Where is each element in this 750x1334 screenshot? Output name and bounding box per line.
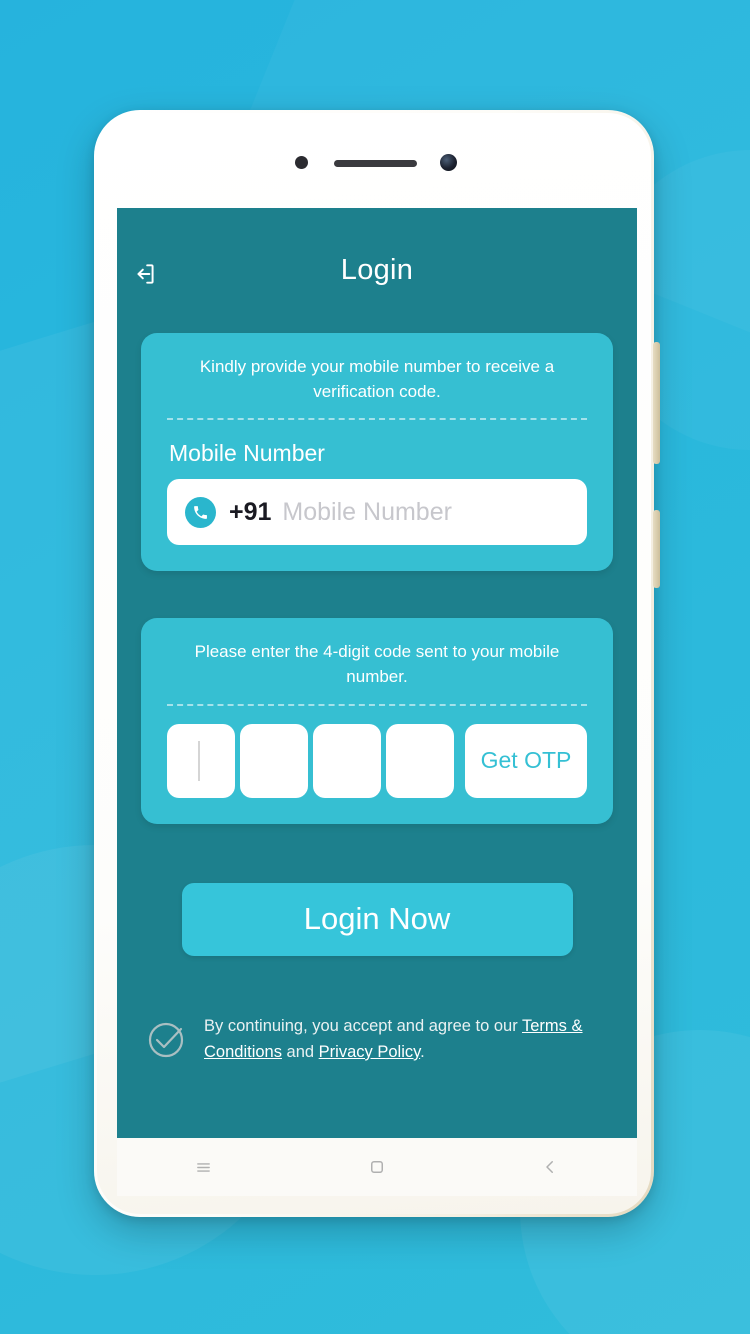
terms-prefix: By continuing, you accept and agree to o… — [204, 1016, 522, 1035]
get-otp-button[interactable]: Get OTP — [465, 723, 587, 798]
app-background: Login Kindly provide your mobile number … — [0, 0, 750, 1334]
card-divider — [167, 703, 587, 706]
mobile-number-placeholder: Mobile Number — [282, 497, 452, 526]
terms-text: By continuing, you accept and agree to o… — [204, 1013, 613, 1066]
page-title: Login — [340, 254, 414, 286]
check-circle-icon[interactable] — [141, 1013, 193, 1065]
power-button[interactable] — [653, 510, 660, 588]
card-divider — [167, 418, 587, 421]
otp-digit-2[interactable] — [240, 723, 308, 798]
otp-digit-3[interactable] — [313, 723, 381, 798]
front-camera-icon — [440, 154, 457, 171]
phone-body: Login Kindly provide your mobile number … — [97, 113, 651, 1214]
login-now-button[interactable]: Login Now — [181, 882, 573, 956]
terms-agreement-row: By continuing, you accept and agree to o… — [141, 1013, 637, 1066]
terms-conjunction: and — [281, 1042, 319, 1061]
mobile-number-card: Kindly provide your mobile number to rec… — [141, 333, 613, 572]
mobile-number-label: Mobile Number — [169, 440, 325, 467]
otp-card-note: Please enter the 4-digit code sent to yo… — [194, 642, 560, 686]
chevron-left-icon[interactable] — [519, 1145, 581, 1189]
menu-icon[interactable] — [173, 1145, 235, 1189]
otp-input-row: Get OTP — [167, 712, 587, 798]
otp-digit-1[interactable] — [167, 723, 235, 798]
proximity-sensor-icon — [295, 156, 308, 169]
android-nav-bar — [117, 1138, 637, 1196]
volume-button[interactable] — [653, 342, 660, 464]
phone-device-frame: Login Kindly provide your mobile number … — [94, 110, 660, 1217]
phone-screen: Login Kindly provide your mobile number … — [117, 208, 637, 1138]
home-square-icon[interactable] — [346, 1145, 408, 1189]
earpiece-speaker-icon — [334, 160, 417, 167]
mobile-number-input[interactable]: +91 Mobile Number — [167, 479, 587, 546]
terms-suffix: . — [420, 1042, 425, 1061]
country-code-prefix: +91 — [229, 497, 272, 526]
phone-top-bezel — [97, 113, 651, 208]
phone-handset-icon — [185, 496, 216, 528]
privacy-policy-link[interactable]: Privacy Policy — [319, 1043, 420, 1061]
mobile-card-note: Kindly provide your mobile number to rec… — [199, 357, 555, 401]
otp-digit-4[interactable] — [386, 723, 454, 798]
otp-card: Please enter the 4-digit code sent to yo… — [141, 618, 613, 824]
app-header: Login — [117, 208, 637, 333]
